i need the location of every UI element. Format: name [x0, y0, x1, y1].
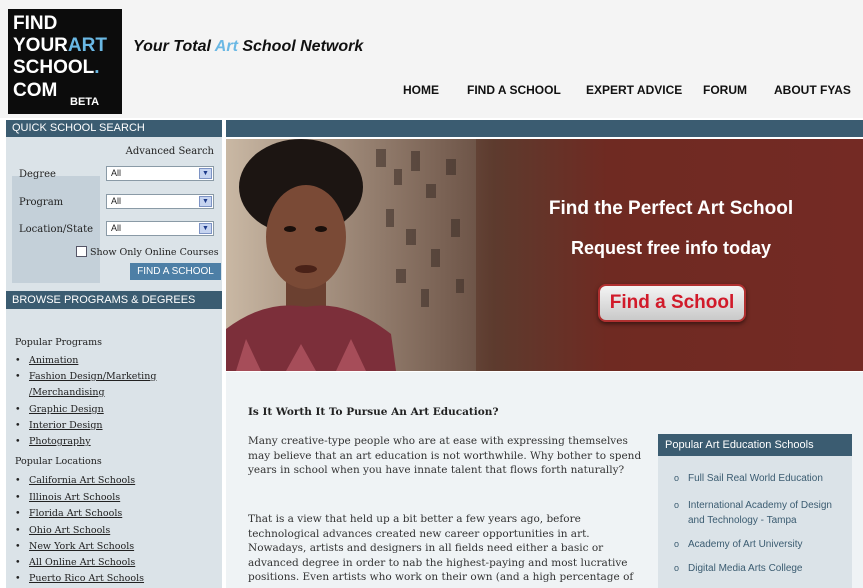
logo-line-3: SCHOOL.	[13, 57, 100, 78]
hero-headline: Find the Perfect Art School	[548, 198, 794, 219]
quick-search-header: QUICK SCHOOL SEARCH	[6, 120, 222, 137]
chevron-down-icon: ▼	[199, 196, 212, 207]
program-link-merchandising[interactable]: /Merchandising	[15, 387, 105, 398]
circle-bullet-icon: o	[674, 500, 680, 510]
nav-expert-advice[interactable]: EXPERT ADVICE	[586, 83, 682, 97]
article-paragraph-2: That is a view that held up a bit better…	[248, 513, 634, 583]
advanced-search-link[interactable]: Advanced Search	[126, 146, 214, 157]
popular-school-link[interactable]: o International Academy of Design and Tec…	[674, 498, 850, 528]
beta-badge: BETA	[70, 96, 100, 108]
location-link-ohio[interactable]: • Ohio Art Schools	[15, 525, 110, 536]
chevron-down-icon: ▼	[199, 168, 212, 179]
site-header: FIND YOURART SCHOOL. COM BETA Your Total…	[0, 0, 863, 118]
program-select[interactable]: All ▼	[106, 194, 214, 209]
location-link-puerto-rico[interactable]: • Puerto Rico Art Schools	[15, 573, 144, 584]
degree-select[interactable]: All ▼	[106, 166, 214, 181]
quick-search-panel	[6, 137, 222, 283]
online-courses-checkbox[interactable]	[76, 246, 87, 257]
location-link-florida[interactable]: • Florida Art Schools	[15, 508, 122, 519]
location-link-illinois[interactable]: • Illinois Art Schools	[15, 492, 120, 503]
logo-line-2: YOURART	[13, 35, 107, 56]
logo-line-1: FIND	[13, 13, 58, 34]
program-link-animation[interactable]: • Animation	[15, 355, 78, 366]
circle-bullet-icon: o	[674, 539, 680, 549]
degree-label: Degree	[19, 169, 56, 180]
popular-schools-box: Popular Art Education Schools o Full Sail…	[658, 434, 852, 588]
nav-about-fyas[interactable]: ABOUT FYAS	[774, 83, 851, 97]
program-link-interior-design[interactable]: • Interior Design	[15, 420, 103, 431]
location-state-select[interactable]: All ▼	[106, 221, 214, 236]
circle-bullet-icon: o	[674, 563, 680, 573]
hero-subhead: Request free info today	[570, 238, 772, 258]
nav-home[interactable]: HOME	[403, 83, 439, 97]
hero-photo	[226, 139, 476, 371]
popular-school-link[interactable]: o Academy of Art University	[674, 537, 850, 552]
browse-programs-header: BROWSE PROGRAMS & DEGREES	[6, 291, 222, 309]
site-logo[interactable]: FIND YOURART SCHOOL. COM BETA	[8, 9, 122, 114]
location-link-online[interactable]: • All Online Art Schools	[15, 557, 135, 568]
popular-school-link[interactable]: o Full Sail Real World Education	[674, 471, 850, 486]
site-tagline: Your Total Art School Network	[133, 38, 364, 55]
find-a-school-button[interactable]: FIND A SCHOOL	[130, 263, 221, 280]
nav-forum[interactable]: FORUM	[703, 83, 747, 97]
location-link-california[interactable]: • California Art Schools	[15, 475, 135, 486]
program-link-graphic-design[interactable]: • Graphic Design	[15, 404, 104, 415]
article-title: Is It Worth It To Pursue An Art Educatio…	[248, 406, 499, 418]
logo-line-4: COM	[13, 80, 58, 101]
main-content: Is It Worth It To Pursue An Art Educatio…	[226, 372, 863, 588]
chevron-down-icon: ▼	[199, 223, 212, 234]
online-courses-label: Show Only Online Courses	[90, 247, 219, 258]
sidebar: QUICK SCHOOL SEARCH Advanced Search Degr…	[6, 120, 222, 588]
location-state-label: Location/State	[19, 224, 94, 235]
location-link-new-york[interactable]: • New York Art Schools	[15, 541, 134, 552]
popular-schools-header: Popular Art Education Schools	[658, 434, 852, 456]
top-blue-bar	[226, 120, 863, 137]
online-courses-option[interactable]: Show Only Online Courses	[76, 246, 219, 258]
program-link-fashion-design[interactable]: • Fashion Design/Marketing	[15, 371, 156, 382]
popular-locations-title: Popular Locations	[15, 456, 102, 467]
nav-find-a-school[interactable]: FIND A SCHOOL	[467, 83, 561, 97]
hero-find-a-school-button[interactable]: Find a School	[598, 284, 746, 322]
browse-panel: Popular Programs • Animation • Fashion Des…	[6, 309, 222, 588]
program-label: Program	[19, 197, 64, 208]
popular-school-link[interactable]: o Digital Media Arts College	[674, 561, 850, 576]
popular-programs-title: Popular Programs	[15, 337, 103, 348]
circle-bullet-icon: o	[674, 473, 680, 483]
article-paragraph-1: Many creative-type people who are at eas…	[248, 435, 642, 476]
program-link-photography[interactable]: • Photography	[15, 436, 91, 447]
hero-banner: Find the Perfect Art School Request free…	[226, 139, 863, 371]
